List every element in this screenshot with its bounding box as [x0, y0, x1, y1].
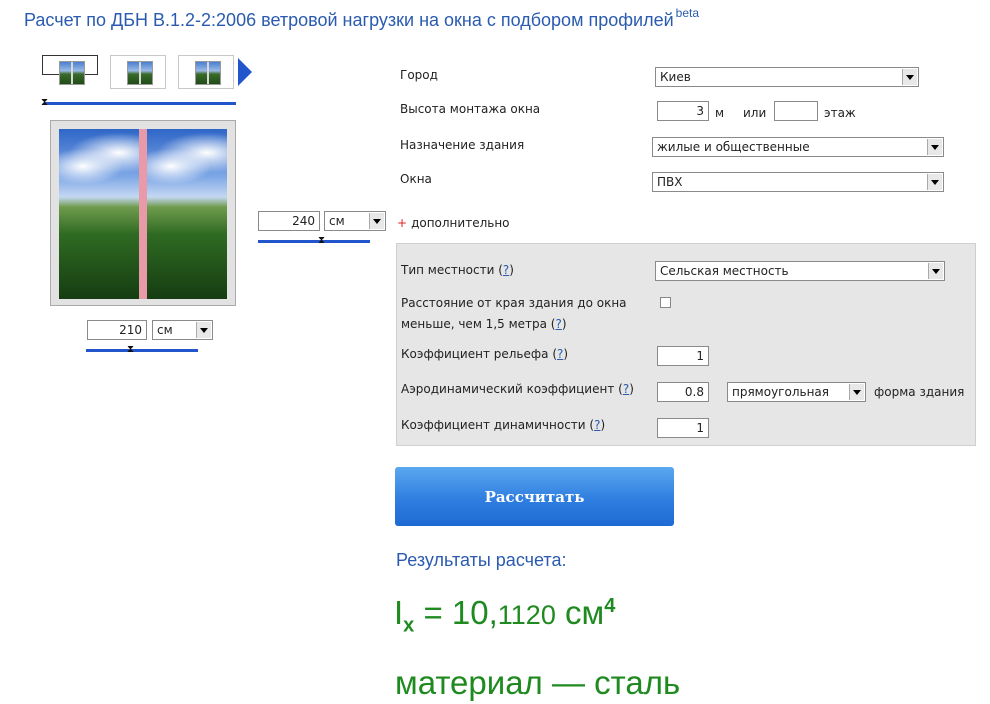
slider-handle-icon[interactable]: ⧗ [318, 236, 325, 246]
window-pane-right [147, 129, 227, 299]
chevron-down-icon [902, 69, 917, 85]
window-type-one-sash[interactable] [42, 55, 98, 85]
relief-label: Коэффициент рельефа (?) [401, 347, 568, 361]
relief-label-end: ) [563, 347, 569, 361]
width-unit-select[interactable]: см [152, 320, 213, 340]
formula-subscript: x [403, 614, 415, 637]
relief-label-text: Коэффициент рельефа ( [401, 347, 557, 361]
edge-distance-checkbox[interactable] [660, 297, 671, 308]
aero-label: Аэродинамический коэффициент (?) [401, 382, 634, 396]
window-type-three-sash[interactable] [178, 55, 234, 89]
formula-unit: см [555, 594, 605, 631]
dynamic-input[interactable]: 1 [657, 418, 709, 438]
formula-power: 4 [604, 595, 616, 617]
height-unit-value: см [329, 214, 345, 228]
edge-distance-label-end: ) [561, 317, 567, 331]
building-purpose-value: жилые и общественные [657, 140, 810, 154]
beta-badge: beta [675, 6, 700, 20]
window-preview [50, 120, 236, 306]
plus-icon: + [397, 216, 408, 230]
terrain-select[interactable]: Сельская местность [655, 261, 945, 281]
advanced-toggle[interactable]: + дополнительно [397, 216, 510, 230]
width-input[interactable]: 210 [87, 320, 147, 340]
mount-height-input[interactable]: 3 [657, 101, 709, 121]
aero-input[interactable]: 0.8 [657, 382, 709, 402]
chevron-down-icon [928, 263, 943, 279]
window-sash-divider [139, 129, 147, 299]
window-pane-left [59, 129, 141, 299]
chevron-down-icon [196, 322, 211, 338]
window-thumb-icon [195, 61, 221, 85]
building-purpose-select[interactable]: жилые и общественные [652, 137, 944, 157]
height-unit-select[interactable]: см [324, 211, 386, 231]
slider-handle-icon[interactable]: ⧗ [127, 345, 134, 355]
relief-input[interactable]: 1 [657, 346, 709, 366]
windows-select[interactable]: ПВХ [652, 172, 944, 192]
mount-height-label: Высота монтажа окна [400, 102, 541, 116]
page-title-text: Расчет по ДБН В.1.2-2:2006 ветровой нагр… [24, 10, 674, 30]
chevron-down-icon [849, 384, 864, 400]
terrain-value: Сельская местность [660, 264, 789, 278]
chevron-down-icon [927, 174, 942, 190]
formula-digits: 1120 [497, 600, 556, 630]
edge-distance-label-line2: меньше, чем 1,5 метра (?) [401, 317, 567, 331]
floor-input[interactable] [774, 101, 818, 121]
result-material: материал — сталь [395, 664, 681, 701]
windows-label: Окна [400, 172, 432, 186]
calculate-button[interactable]: Рассчитать [395, 467, 674, 526]
width-slider-track[interactable] [44, 102, 236, 105]
window-type-two-sash[interactable] [110, 55, 166, 89]
mount-height-unit: м [715, 106, 725, 120]
floor-label: этаж [824, 106, 856, 120]
width-dim-slider-track[interactable] [86, 349, 198, 352]
or-label: или [743, 106, 767, 120]
window-thumb-icon [59, 61, 85, 85]
dynamic-label-text: Коэффициент динамичности ( [401, 418, 595, 432]
building-shape-label: форма здания [874, 385, 965, 399]
results-title: Результаты расчета: [396, 550, 567, 570]
terrain-label-end: ) [509, 263, 514, 277]
page-title: Расчет по ДБН В.1.2-2:2006 ветровой нагр… [24, 6, 699, 31]
slider-handle-icon[interactable]: ⧗ [41, 98, 48, 108]
terrain-label-text: Тип местности ( [401, 263, 503, 277]
width-unit-value: см [157, 323, 173, 337]
dynamic-label: Коэффициент динамичности (?) [401, 418, 605, 432]
scroll-right-arrow-icon[interactable] [238, 58, 252, 86]
aero-label-end: ) [629, 382, 634, 396]
height-input[interactable]: 240 [258, 211, 320, 231]
formula-symbol: I [394, 594, 404, 631]
city-label: Город [400, 68, 438, 82]
chevron-down-icon [369, 213, 384, 229]
formula-eq: = 10, [414, 594, 498, 631]
building-shape-select[interactable]: прямоугольная [727, 382, 866, 402]
edge-distance-line2-text: меньше, чем 1,5 метра ( [401, 317, 556, 331]
building-purpose-label: Назначение здания [400, 138, 525, 152]
edge-distance-label-line1: Расстояние от края здания до окна [401, 296, 627, 310]
aero-label-text: Аэродинамический коэффициент ( [401, 382, 623, 396]
building-shape-value: прямоугольная [732, 385, 829, 399]
city-select[interactable]: Киев [655, 67, 919, 87]
city-value: Киев [660, 70, 691, 84]
height-slider-track[interactable] [258, 240, 370, 243]
advanced-toggle-label: дополнительно [411, 216, 510, 230]
dynamic-label-end: ) [600, 418, 606, 432]
terrain-label: Тип местности (?) [401, 263, 514, 277]
chevron-down-icon [927, 139, 942, 155]
windows-value: ПВХ [657, 175, 683, 189]
window-thumb-icon [127, 61, 153, 85]
result-formula: Ix = 10,1120 см4 [394, 594, 615, 638]
